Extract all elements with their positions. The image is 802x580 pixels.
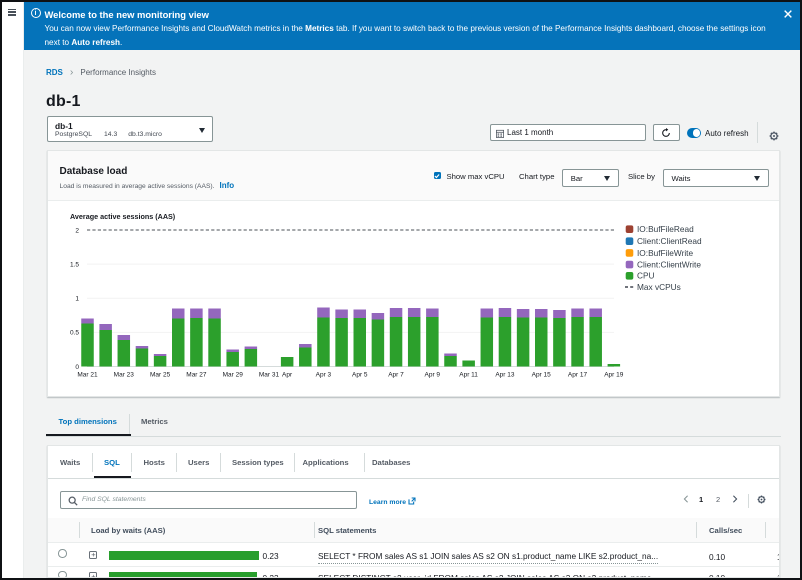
- svg-text:Apr 19: Apr 19: [604, 371, 624, 378]
- svg-text:Mar 25: Mar 25: [150, 371, 171, 378]
- svg-text:2: 2: [75, 227, 79, 234]
- svg-text:Max vCPUs: Max vCPUs: [637, 282, 681, 292]
- svg-text:Mar 31: Mar 31: [259, 371, 280, 378]
- svg-text:Average active sessions (AAS): Average active sessions (AAS): [70, 212, 176, 221]
- svg-text:Apr 17: Apr 17: [568, 371, 588, 378]
- svg-text:Apr 11: Apr 11: [459, 371, 478, 378]
- svg-text:Apr 15: Apr 15: [532, 371, 552, 378]
- svg-text:1: 1: [75, 296, 79, 303]
- svg-text:Mar 23: Mar 23: [114, 371, 135, 378]
- svg-text:1.5: 1.5: [70, 261, 79, 268]
- svg-text:IO:BufFileRead: IO:BufFileRead: [637, 224, 694, 234]
- svg-text:CPU: CPU: [637, 271, 655, 281]
- svg-text:Client:ClientRead: Client:ClientRead: [637, 236, 702, 246]
- svg-text:0: 0: [75, 364, 79, 371]
- svg-text:Apr 13: Apr 13: [495, 371, 515, 378]
- svg-text:Apr: Apr: [282, 371, 293, 378]
- svg-text:Apr 3: Apr 3: [316, 371, 332, 378]
- svg-text:Mar 29: Mar 29: [223, 371, 244, 378]
- svg-text:0.5: 0.5: [70, 330, 79, 337]
- svg-text:Client:ClientWrite: Client:ClientWrite: [637, 260, 701, 270]
- svg-text:IO:BufFileWrite: IO:BufFileWrite: [637, 248, 693, 258]
- svg-text:Mar 21: Mar 21: [77, 371, 98, 378]
- svg-text:Apr 5: Apr 5: [352, 371, 368, 378]
- svg-text:Apr 9: Apr 9: [425, 371, 441, 378]
- svg-text:Apr 7: Apr 7: [388, 371, 404, 378]
- svg-text:Mar 27: Mar 27: [186, 371, 207, 378]
